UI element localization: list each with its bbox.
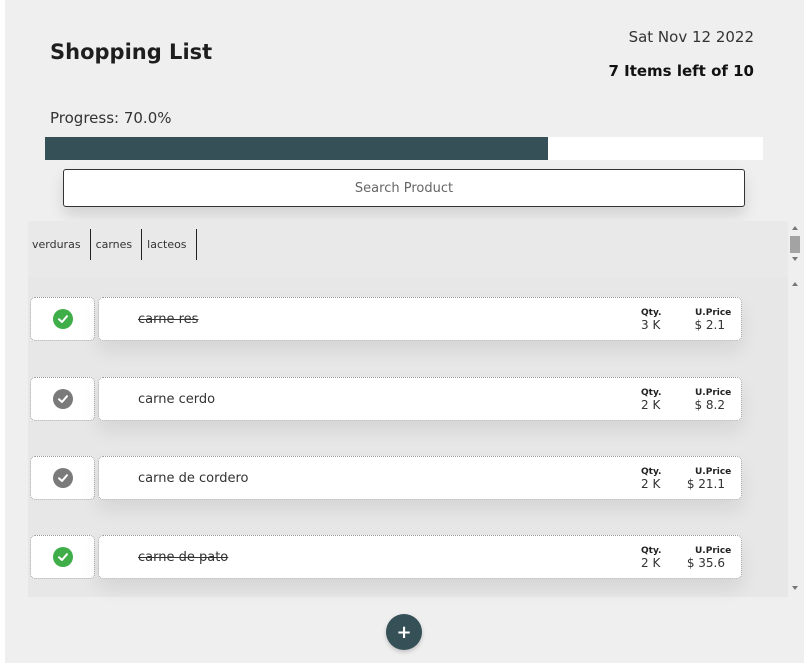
list-item: carne de cordero Qty. 2 K U.Price $ 21.1	[30, 456, 742, 500]
qty-header: Qty.	[641, 546, 662, 556]
item-check-toggle[interactable]	[30, 535, 95, 579]
list-item: carne res Qty. 3 K U.Price $ 2.1	[30, 297, 742, 341]
item-qty: 2 K	[641, 398, 661, 412]
item-price: $ 2.1	[694, 318, 725, 332]
scroll-down-arrow-icon[interactable]	[792, 586, 798, 590]
search-field[interactable]	[63, 169, 745, 207]
item-price: $ 35.6	[686, 556, 725, 570]
check-circle-icon	[52, 389, 73, 409]
item-qty: 2 K	[641, 556, 661, 570]
item-name: carne res	[138, 312, 199, 327]
add-item-button[interactable]: +	[386, 614, 422, 650]
date-label: Sat Nov 12 2022	[628, 28, 754, 46]
price-header: U.Price	[695, 546, 732, 556]
item-name: carne cerdo	[138, 392, 216, 407]
qty-header: Qty.	[641, 388, 662, 398]
scroll-down-arrow-icon[interactable]	[792, 257, 798, 261]
item-qty: 3 K	[641, 318, 661, 332]
price-header: U.Price	[695, 308, 732, 318]
check-circle-icon	[52, 309, 73, 329]
item-card[interactable]: carne de pato Qty. 2 K U.Price $ 35.6	[98, 535, 742, 579]
item-name: carne de cordero	[138, 471, 249, 486]
qty-header: Qty.	[641, 308, 662, 318]
item-name: carne de pato	[138, 550, 229, 565]
category-tab-carnes[interactable]: carnes	[92, 229, 143, 260]
scroll-up-arrow-icon[interactable]	[792, 282, 798, 286]
price-header: U.Price	[695, 467, 732, 477]
list-item: carne cerdo Qty. 2 K U.Price $ 8.2	[30, 377, 742, 421]
progress-bar-fill	[45, 137, 548, 160]
list-scrollbar[interactable]	[789, 279, 803, 595]
category-scrollbar[interactable]	[789, 223, 803, 267]
item-check-toggle[interactable]	[30, 377, 95, 421]
category-tab-lacteos[interactable]: lacteos	[143, 229, 197, 260]
list-item: carne de pato Qty. 2 K U.Price $ 35.6	[30, 535, 742, 579]
item-check-toggle[interactable]	[30, 456, 95, 500]
scrollbar-thumb[interactable]	[790, 236, 800, 253]
qty-header: Qty.	[641, 467, 662, 477]
items-left-label: 7 Items left of 10	[608, 62, 754, 80]
item-price: $ 8.2	[694, 398, 725, 412]
item-card[interactable]: carne res Qty. 3 K U.Price $ 2.1	[98, 297, 742, 341]
item-list: carne res Qty. 3 K U.Price $ 2.1 carne c…	[28, 277, 788, 597]
check-circle-icon	[52, 547, 73, 567]
scroll-up-arrow-icon[interactable]	[792, 226, 798, 230]
item-card[interactable]: carne de cordero Qty. 2 K U.Price $ 21.1	[98, 456, 742, 500]
progress-bar	[45, 137, 763, 160]
page-title: Shopping List	[50, 40, 213, 64]
category-bar: verduras carnes lacteos	[28, 221, 788, 277]
item-qty: 2 K	[641, 477, 661, 491]
price-header: U.Price	[695, 388, 732, 398]
item-card[interactable]: carne cerdo Qty. 2 K U.Price $ 8.2	[98, 377, 742, 421]
item-price: $ 21.1	[686, 477, 725, 491]
category-tab-verduras[interactable]: verduras	[28, 229, 91, 260]
search-input[interactable]	[64, 169, 744, 207]
item-check-toggle[interactable]	[30, 297, 95, 341]
check-circle-icon	[52, 468, 73, 488]
progress-label: Progress: 70.0%	[50, 109, 172, 127]
